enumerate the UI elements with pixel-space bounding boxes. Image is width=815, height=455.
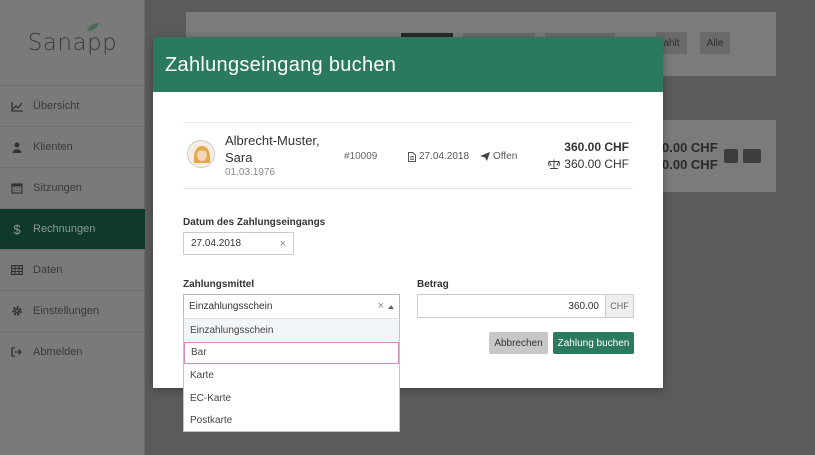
modal-title: Zahlungseingang buchen <box>153 37 663 92</box>
gear-icon <box>10 304 24 318</box>
sidebar-item-rechnungen[interactable]: $ Rechnungen <box>0 208 145 249</box>
sidebar-item-label: Übersicht <box>33 100 80 112</box>
paper-plane-icon <box>480 152 490 161</box>
option-postkarte[interactable]: Postkarte <box>184 409 399 432</box>
sidebar-item-daten[interactable]: Daten <box>0 249 145 290</box>
calendar-icon <box>10 181 24 195</box>
amount-input[interactable]: 360.00 CHF <box>417 294 634 318</box>
payment-method-value: Einzahlungsschein <box>189 301 273 312</box>
payment-date-value: 27.04.2018 <box>191 238 242 249</box>
payment-method-select[interactable]: Einzahlungsschein × <box>183 294 400 319</box>
sidebar-item-sitzungen[interactable]: Sitzungen <box>0 167 145 208</box>
balance-scale-icon <box>548 159 561 169</box>
payment-method-options: Einzahlungsschein Bar Karte EC-Karte Pos… <box>183 318 400 432</box>
sidebar-item-label: Sitzungen <box>33 182 82 194</box>
sidebar-item-abmelden[interactable]: Abmelden <box>0 331 145 372</box>
invoice-number: #10009 <box>344 151 378 162</box>
clear-date-icon[interactable]: × <box>280 238 286 250</box>
sidebar-item-label: Abmelden <box>33 346 83 358</box>
sidebar-item-uebersicht[interactable]: Übersicht <box>0 85 145 126</box>
dollar-icon: $ <box>13 221 21 237</box>
clear-method-icon[interactable]: × <box>378 300 384 312</box>
client-name: Albrecht-Muster, Sara <box>225 133 320 165</box>
payment-date-input[interactable]: 27.04.2018 × <box>183 232 294 255</box>
sidebar-item-label: Einstellungen <box>33 305 100 317</box>
background-filter-button-alle: Alle <box>700 32 730 54</box>
amount-value: 360.00 <box>568 301 599 312</box>
invoice-open-amount-value: 360.00 CHF <box>564 157 629 171</box>
table-icon <box>10 263 24 277</box>
background-dropdown-button <box>724 149 738 163</box>
sidebar-item-label: Rechnungen <box>33 223 96 235</box>
client-summary: Albrecht-Muster, Sara 01.03.1976 #10009 … <box>183 122 633 189</box>
leaf-icon <box>87 23 99 31</box>
invoice-status-value: Offen <box>493 151 518 162</box>
option-bar[interactable]: Bar <box>184 341 399 365</box>
invoice-date: 27.04.2018 <box>408 151 469 162</box>
avatar-portrait-icon <box>188 141 214 167</box>
invoice-date-value: 27.04.2018 <box>419 151 470 162</box>
cancel-button[interactable]: Abbrechen <box>489 332 548 354</box>
caret-up-icon[interactable] <box>388 305 394 309</box>
option-karte[interactable]: Karte <box>184 364 399 387</box>
line-chart-icon <box>10 99 24 113</box>
sidebar-item-klienten[interactable]: Klienten <box>0 126 145 167</box>
sidebar-nav: Übersicht Klienten Sitzungen $ Rechnunge… <box>0 85 145 372</box>
invoice-total: 360.00 CHF <box>564 140 629 154</box>
user-icon <box>10 140 24 154</box>
sidebar: Sanapp Übersicht Klienten Sitzungen $ Re… <box>0 0 145 455</box>
sign-out-icon <box>10 345 24 359</box>
avatar <box>187 140 215 168</box>
amount-label: Betrag <box>417 279 449 290</box>
client-birthdate: 01.03.1976 <box>225 167 276 178</box>
date-label: Datum des Zahlungseingangs <box>183 217 326 228</box>
background-view-button <box>743 149 761 163</box>
sidebar-item-label: Klienten <box>33 141 73 153</box>
method-label: Zahlungsmittel <box>183 279 255 290</box>
sidebar-item-einstellungen[interactable]: Einstellungen <box>0 290 145 331</box>
app-logo: Sanapp <box>0 23 145 56</box>
background-amount: 0.00 CHF <box>662 157 718 172</box>
invoice-open-amount: 360.00 CHF <box>548 157 629 171</box>
submit-payment-button[interactable]: Zahlung buchen <box>553 332 634 354</box>
background-amount: 0.00 CHF <box>662 140 718 155</box>
invoice-status: Offen <box>480 151 517 162</box>
option-ec-karte[interactable]: EC-Karte <box>184 387 399 410</box>
sidebar-item-label: Daten <box>33 264 63 276</box>
document-icon <box>408 151 416 162</box>
currency-addon: CHF <box>605 295 633 317</box>
option-einzahlungsschein[interactable]: Einzahlungsschein <box>184 319 399 342</box>
